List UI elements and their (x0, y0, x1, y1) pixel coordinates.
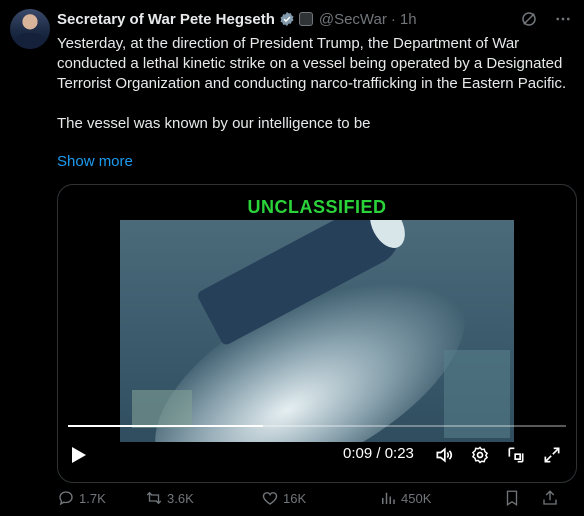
video-controls: 0:09 / 0:23 (58, 441, 576, 469)
more-icon[interactable] (554, 10, 572, 28)
repost-count: 3.6K (167, 490, 194, 506)
classification-banner: UNCLASSIFIED (247, 197, 387, 217)
government-badge-icon (298, 12, 313, 26)
action-bar: 1.7K 3.6K 16K 450K (57, 486, 572, 510)
post-paragraph-1: Yesterday, at the direction of President… (57, 35, 567, 92)
pip-icon[interactable] (506, 445, 526, 465)
redaction-block (132, 390, 192, 428)
timestamp[interactable]: 1h (400, 11, 417, 28)
like-count: 16K (283, 490, 307, 506)
time-readout: 0:09 / 0:23 (343, 445, 414, 462)
reply-button[interactable]: 1.7K (57, 489, 145, 507)
fullscreen-icon[interactable] (542, 445, 562, 465)
verified-badge-icon (280, 12, 294, 26)
like-button[interactable]: 16K (261, 489, 379, 507)
grok-icon[interactable] (520, 10, 538, 28)
bookmark-icon[interactable] (503, 489, 521, 507)
repost-button[interactable]: 3.6K (145, 489, 261, 507)
post-text: Yesterday, at the direction of President… (57, 34, 577, 154)
views-count: 450K (401, 490, 432, 506)
volume-icon[interactable] (434, 445, 454, 465)
avatar[interactable] (10, 9, 50, 49)
settings-icon[interactable] (470, 445, 490, 465)
views-button[interactable]: 450K (379, 489, 503, 507)
show-more-link[interactable]: Show more (57, 153, 133, 170)
reply-icon (59, 491, 73, 506)
handle[interactable]: @SecWar (319, 11, 387, 28)
post-header: Secretary of War Pete Hegseth @SecWar · … (57, 9, 417, 29)
progress-bar[interactable] (68, 425, 566, 427)
views-icon (382, 492, 395, 504)
video-frame[interactable] (120, 220, 514, 442)
repost-icon (146, 491, 162, 505)
progress-fill (68, 425, 263, 427)
separator: · (390, 10, 396, 28)
share-icon[interactable] (541, 489, 559, 507)
video-player[interactable]: UNCLASSIFIED 0:09 / 0:23 (57, 184, 577, 483)
post-paragraph-2: The vessel was known by our intelligence… (57, 115, 371, 132)
reply-count: 1.7K (79, 490, 106, 506)
play-icon[interactable] (72, 447, 86, 463)
display-name[interactable]: Secretary of War Pete Hegseth (57, 11, 275, 28)
like-icon (262, 492, 278, 505)
